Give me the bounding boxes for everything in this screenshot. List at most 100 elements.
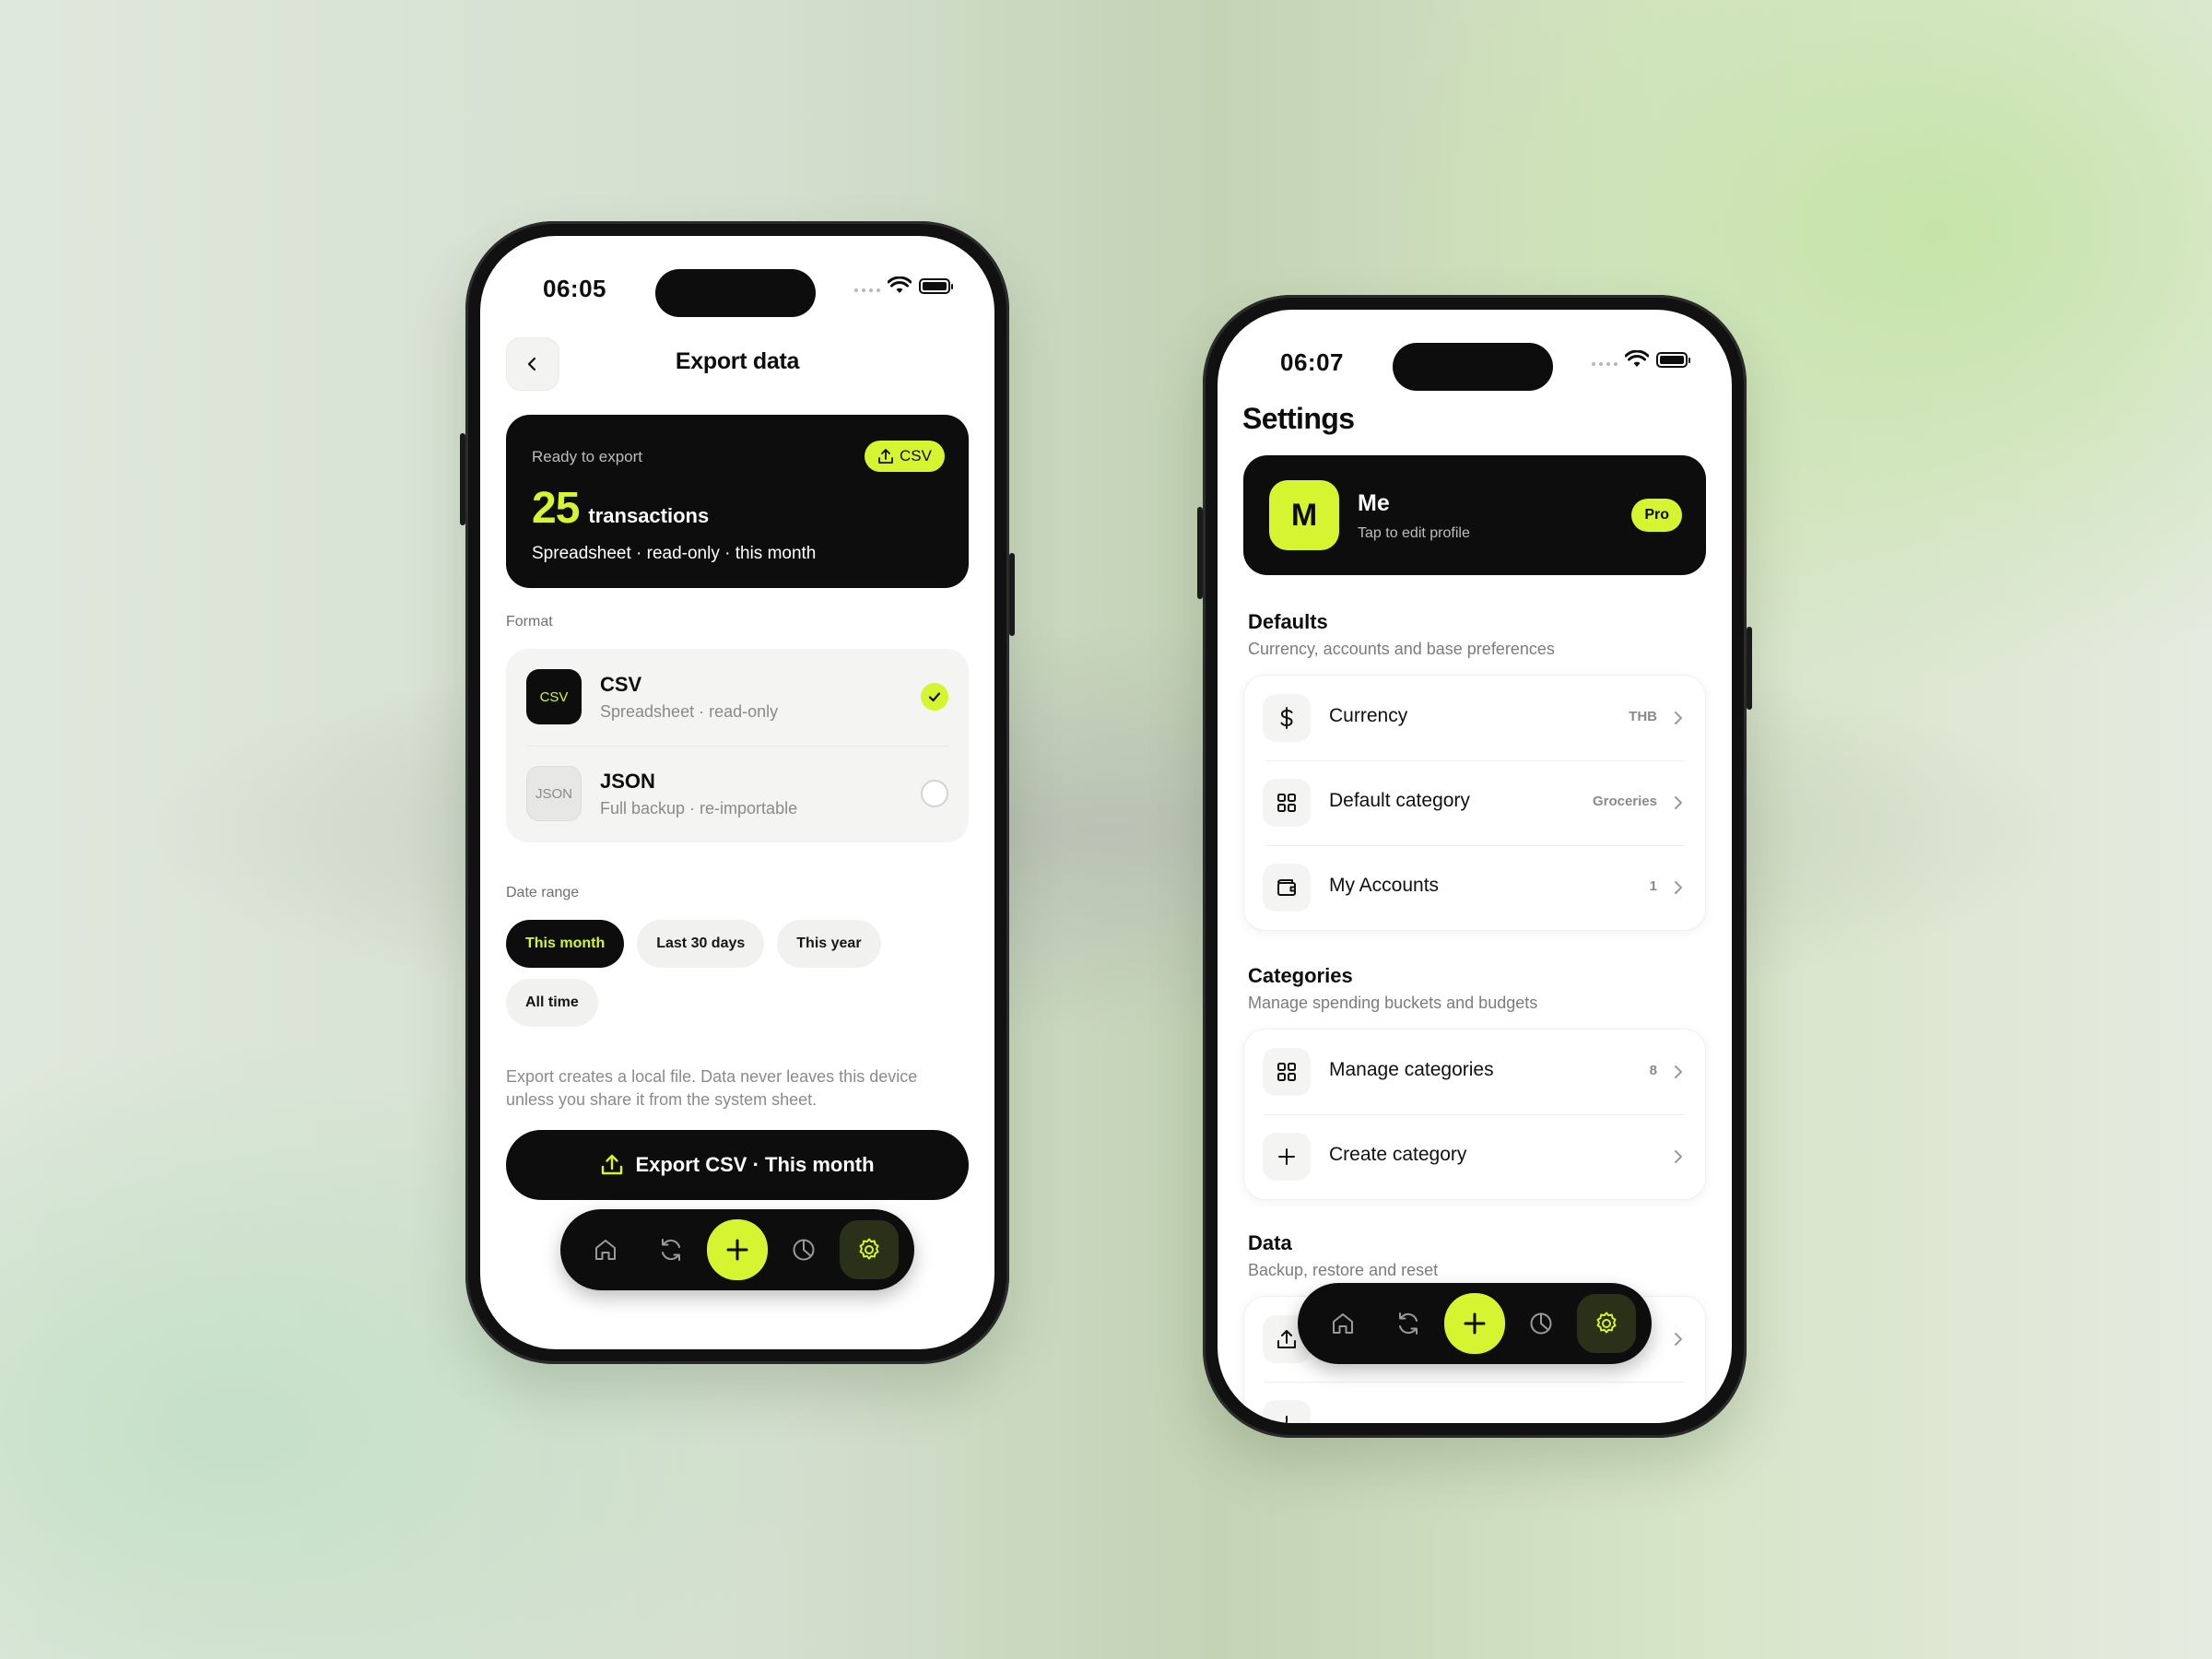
row-label: Create category: [1329, 1144, 1467, 1165]
row-value: Groceries: [1592, 794, 1657, 809]
refresh-icon: [1399, 1312, 1418, 1335]
pill-this-year[interactable]: This year: [777, 920, 881, 968]
row-value: 1: [1649, 878, 1657, 894]
chevron-right-icon: [1672, 1061, 1685, 1083]
add-button[interactable]: [1443, 1293, 1505, 1354]
defaults-list: Currency THB Default category Groceries …: [1243, 675, 1706, 931]
format-label: Format: [506, 614, 553, 629]
signal-dots-icon: [854, 288, 880, 292]
battery-icon: [1656, 351, 1690, 368]
chevron-right-icon: [1672, 1146, 1685, 1168]
tab-recurring[interactable]: [1379, 1294, 1438, 1353]
pie-chart-icon: [793, 1239, 815, 1261]
grid-icon: [1277, 794, 1296, 812]
row-currency[interactable]: Currency THB: [1244, 676, 1705, 760]
radio-selected[interactable]: [921, 683, 948, 711]
row-label: My Accounts: [1329, 875, 1440, 896]
tab-stats[interactable]: [1512, 1294, 1571, 1353]
plus-icon: [1279, 1416, 1294, 1423]
status-time: 06:07: [1280, 348, 1344, 376]
tab-recurring[interactable]: [641, 1220, 700, 1279]
data-title: Data: [1248, 1231, 1292, 1254]
status-bar: 06:07: [1218, 343, 1732, 394]
export-button[interactable]: Export CSV · This month: [506, 1130, 969, 1200]
format-name: CSV: [600, 673, 642, 696]
add-icon: [726, 1239, 748, 1261]
settings-icon: [859, 1238, 879, 1260]
status-icons: [1592, 350, 1690, 369]
grid-icon: [1277, 1063, 1296, 1081]
categories-title: Categories: [1248, 964, 1353, 987]
privacy-note: Export creates a local file. Data never …: [506, 1067, 918, 1109]
row-my-accounts[interactable]: My Accounts 1: [1244, 845, 1705, 930]
wifi-icon: [888, 276, 912, 293]
format-chip: CSV: [865, 441, 945, 472]
row-default-category[interactable]: Default category Groceries: [1244, 760, 1705, 845]
count-number: 25: [532, 484, 580, 533]
chevron-right-icon: [1672, 792, 1685, 814]
chevron-right-icon: [1672, 877, 1685, 899]
format-option-csv[interactable]: CSV CSV Spreadsheet · read-only: [506, 649, 969, 746]
wallet-icon: [1277, 879, 1296, 896]
date-range-pills: This month Last 30 days This year All ti…: [506, 920, 969, 1027]
profile-subtitle: Tap to edit profile: [1358, 525, 1470, 541]
categories-subtitle: Manage spending buckets and budgets: [1248, 994, 1538, 1012]
settings-screen: 06:07 Settings M Me Tap to edit profile …: [1218, 310, 1732, 1423]
defaults-title: Defaults: [1248, 610, 1328, 633]
wifi-icon: [1625, 350, 1649, 367]
status-time: 06:05: [543, 275, 606, 302]
tab-bar: [560, 1209, 914, 1290]
pill-last-30-days[interactable]: Last 30 days: [637, 920, 765, 968]
dollar-icon: [1280, 707, 1293, 729]
upload-icon: [602, 1154, 623, 1175]
add-button[interactable]: [706, 1219, 768, 1280]
settings-icon: [1596, 1312, 1617, 1334]
export-summary-card: Ready to export CSV 25 transactions Spre…: [506, 415, 969, 588]
row-label: Default category: [1329, 790, 1470, 811]
pill-all-time[interactable]: All time: [506, 979, 598, 1027]
count-label: transactions: [588, 504, 710, 527]
radio-unselected[interactable]: [921, 780, 948, 807]
row-value: THB: [1629, 709, 1657, 724]
row-create-category[interactable]: Create category: [1244, 1114, 1705, 1199]
row-import[interactable]: [1244, 1382, 1705, 1423]
row-label: Manage categories: [1329, 1059, 1494, 1080]
defaults-subtitle: Currency, accounts and base preferences: [1248, 640, 1555, 658]
row-icon: [1263, 1133, 1311, 1181]
tab-settings[interactable]: [1576, 1294, 1636, 1353]
plus-icon: [1278, 1148, 1295, 1165]
profile-name: Me: [1358, 490, 1390, 516]
format-desc: Spreadsheet · read-only: [600, 702, 779, 721]
format-options: CSV CSV Spreadsheet · read-only JSON JSO…: [506, 649, 969, 842]
home-icon: [595, 1240, 617, 1260]
tab-home[interactable]: [576, 1220, 635, 1279]
dynamic-island: [655, 269, 816, 317]
tab-bar: [1298, 1283, 1652, 1364]
date-range-label: Date range: [506, 885, 580, 900]
pill-this-month[interactable]: This month: [506, 920, 625, 968]
chevron-right-icon: [1672, 707, 1685, 729]
add-icon: [1464, 1312, 1486, 1335]
tab-stats[interactable]: [774, 1220, 833, 1279]
export-screen: 06:05 Export data Ready to export CSV 25: [480, 236, 994, 1349]
profile-card[interactable]: M Me Tap to edit profile Pro: [1243, 455, 1706, 575]
export-button-label: Export CSV · This month: [635, 1153, 875, 1176]
format-option-json[interactable]: JSON JSON Full backup · re-importable: [506, 746, 969, 842]
chevron-right-icon: [1672, 1328, 1685, 1350]
refresh-icon: [662, 1239, 681, 1261]
format-chip-label: CSV: [900, 447, 932, 465]
tab-settings[interactable]: [839, 1220, 899, 1279]
pie-chart-icon: [1530, 1312, 1552, 1335]
battery-icon: [919, 277, 953, 294]
row-icon: [1263, 1048, 1311, 1096]
row-icon: [1263, 864, 1311, 912]
status-icons: [854, 276, 953, 295]
row-manage-categories[interactable]: Manage categories 8: [1244, 1030, 1705, 1114]
row-icon: [1263, 694, 1311, 742]
phone-settings: 06:07 Settings M Me Tap to edit profile …: [1197, 295, 1752, 1438]
tab-home[interactable]: [1313, 1294, 1372, 1353]
page-title: Settings: [1242, 402, 1355, 435]
avatar: M: [1269, 480, 1339, 550]
card-subtitle: Spreadsheet · read-only · this month: [532, 544, 817, 563]
format-name: JSON: [600, 770, 655, 793]
